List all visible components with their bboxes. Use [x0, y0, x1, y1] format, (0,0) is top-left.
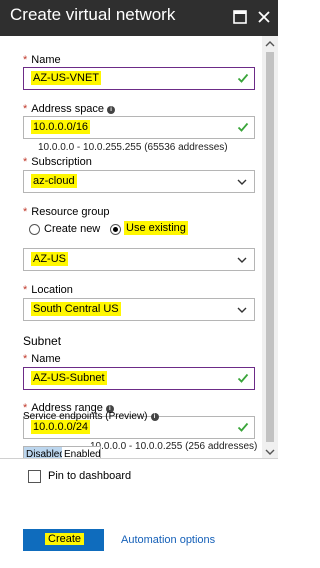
name-value: AZ-US-VNET: [31, 71, 101, 85]
maximize-icon[interactable]: [232, 9, 248, 25]
chevron-down-icon: [237, 307, 247, 313]
address-space-hint: 10.0.0.0 - 10.0.255.255 (65536 addresses…: [38, 142, 228, 153]
scrollbar[interactable]: [262, 36, 278, 458]
location-label: * Location: [23, 284, 73, 296]
subscription-value: az-cloud: [31, 174, 77, 188]
subscription-label-text: Subscription: [31, 156, 92, 168]
subscription-label: * Subscription: [23, 156, 92, 168]
checkmark-icon: [237, 73, 249, 83]
scroll-up-icon[interactable]: [265, 40, 275, 48]
name-value-text: AZ-US-VNET: [31, 71, 101, 85]
resource-group-select[interactable]: AZ-US: [23, 248, 255, 271]
subnet-name-label-text: Name: [31, 353, 61, 365]
address-space-input[interactable]: 10.0.0.0/16: [23, 116, 255, 139]
pin-to-dashboard-label: Pin to dashboard: [48, 470, 132, 482]
address-range-hint: 10.0.0.0 - 10.0.0.255 (256 addresses): [90, 441, 258, 452]
chevron-down-icon: [237, 257, 247, 263]
location-value: South Central US: [31, 302, 121, 316]
info-icon[interactable]: i: [107, 106, 116, 114]
automation-options-link[interactable]: Automation options: [121, 534, 215, 546]
blade-title: Create virtual network: [10, 5, 176, 24]
resource-group-label-text: Resource group: [31, 206, 110, 218]
address-space-label: * Address space i: [23, 103, 116, 115]
checkmark-icon: [237, 422, 249, 432]
checkmark-icon: [237, 122, 249, 132]
address-space-value: 10.0.0.0/16: [31, 120, 91, 134]
use-existing-label-text: Use existing: [124, 221, 188, 235]
blade-footer: Pin to dashboard Create Automation optio…: [0, 458, 278, 568]
subnet-name-label: * Name: [23, 353, 61, 365]
use-existing-radio[interactable]: [110, 224, 121, 235]
subnet-name-input[interactable]: AZ-US-Subnet: [23, 367, 255, 390]
subscription-select[interactable]: az-cloud: [23, 170, 255, 193]
create-button-label: Create: [45, 533, 85, 545]
required-mark: *: [23, 156, 28, 168]
address-range-value-text: 10.0.0.0/24: [31, 420, 91, 434]
name-label: * Name: [23, 54, 61, 66]
checkmark-icon: [237, 373, 249, 383]
chevron-down-icon: [237, 179, 247, 185]
location-value-text: South Central US: [31, 302, 121, 316]
scroll-down-icon[interactable]: [265, 448, 275, 456]
location-label-text: Location: [31, 284, 73, 296]
service-endpoints-label-text: Service endpoints (Preview): [23, 411, 148, 422]
info-icon[interactable]: i: [150, 413, 159, 421]
create-new-label: Create new: [44, 223, 101, 235]
required-mark: *: [23, 284, 28, 296]
required-mark: *: [23, 54, 28, 66]
subnet-name-value: AZ-US-Subnet: [31, 371, 107, 385]
address-space-value-text: 10.0.0.0/16: [31, 120, 91, 134]
service-endpoints-label: Service endpoints (Preview) i: [23, 411, 159, 422]
required-mark: *: [23, 353, 28, 365]
name-label-text: Name: [31, 54, 61, 66]
scrollbar-thumb[interactable]: [266, 52, 274, 442]
required-mark: *: [23, 103, 28, 115]
subnet-name-value-text: AZ-US-Subnet: [31, 371, 107, 385]
subscription-value-text: az-cloud: [31, 174, 77, 188]
location-select[interactable]: South Central US: [23, 298, 255, 321]
close-icon[interactable]: [256, 9, 272, 25]
address-space-label-text: Address space: [31, 103, 105, 115]
blade-header: Create virtual network: [0, 0, 278, 36]
create-button[interactable]: Create: [23, 529, 104, 551]
resource-group-label: * Resource group: [23, 206, 110, 218]
resource-group-value-text: AZ-US: [31, 252, 68, 266]
subnet-heading: Subnet: [23, 334, 62, 348]
resource-group-value: AZ-US: [31, 252, 68, 266]
address-range-value: 10.0.0.0/24: [31, 420, 91, 434]
pin-to-dashboard-checkbox[interactable]: [28, 470, 41, 483]
use-existing-label: Use existing: [124, 221, 188, 235]
form-scroll-area: * Name AZ-US-VNET * Address space i 10.0.0.…: [0, 36, 262, 458]
create-new-radio[interactable]: [29, 224, 40, 235]
name-input[interactable]: AZ-US-VNET: [23, 67, 255, 90]
required-mark: *: [23, 206, 28, 218]
